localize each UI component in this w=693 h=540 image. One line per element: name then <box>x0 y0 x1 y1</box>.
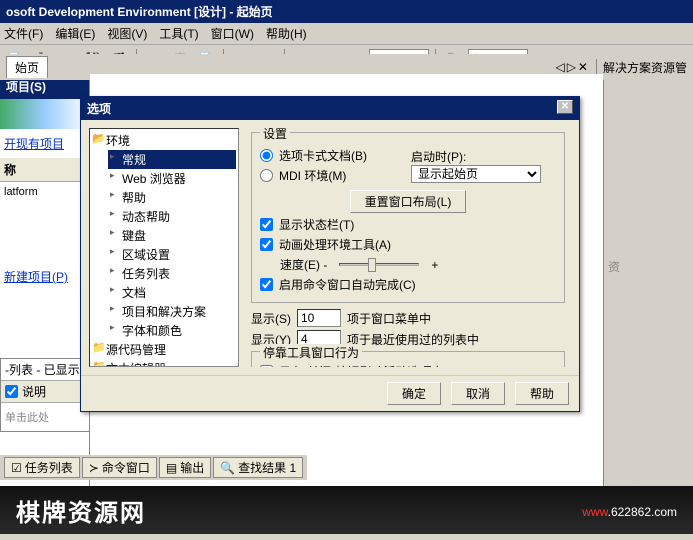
brand-name: 棋牌资源网 <box>16 493 146 528</box>
brand-url: www.622862.com <box>582 500 677 521</box>
menu-view[interactable]: 视图(V) <box>107 25 147 42</box>
chk-autocomplete[interactable] <box>260 278 273 291</box>
dock-group: 停靠工具窗口行为 只有"关闭"按钮影响活动选项卡(C) 只有"自动隐藏"按钮影响… <box>251 351 565 367</box>
description-checkbox[interactable] <box>5 385 18 398</box>
show-s-label: 显示(S) <box>251 310 291 327</box>
start-page-panel: 项目(S) 开现有项目 称 latform 新建项目(P) <box>0 74 90 504</box>
description-panel: -列表 - 已显示 说明 单击此处 <box>0 358 90 432</box>
tab-cmdwin[interactable]: ≻命令窗口 <box>82 457 157 478</box>
settings-group: 设置 选项卡式文档(B) MDI 环境(M) 启动时(P): 显示起始页 重置窗… <box>251 132 565 303</box>
settings-legend: 设置 <box>260 128 290 142</box>
tree-tasklist[interactable]: 任务列表 <box>108 264 236 283</box>
right-panel: 资 <box>603 74 693 504</box>
reset-layout-button[interactable]: 重置窗口布局(L) <box>350 190 467 213</box>
show-y-suffix: 项于最近使用过的列表中 <box>347 331 479 348</box>
chk-statusbar-label: 显示状态栏(T) <box>279 216 354 233</box>
tree-region[interactable]: 区域设置 <box>108 245 236 264</box>
chk-statusbar[interactable] <box>260 218 273 231</box>
close-icon[interactable]: ✕ <box>557 100 573 114</box>
dock-legend: 停靠工具窗口行为 <box>260 344 362 361</box>
radio-tabbed-label: 选项卡式文档(B) <box>279 147 367 164</box>
speed-label: 速度(E) - <box>280 256 327 273</box>
tab-prev-icon[interactable]: ◁ <box>555 60 564 74</box>
dialog-titlebar: 选项 ✕ <box>81 97 579 120</box>
cmdwin-icon: ≻ <box>89 461 99 475</box>
startup-label: 启动时(P): <box>411 148 556 165</box>
tree-environment[interactable]: 环境 <box>92 131 236 150</box>
tree-general[interactable]: 常规 <box>108 150 236 169</box>
chk-dock-close-label: 只有"关闭"按钮影响活动选项卡(C) <box>279 363 460 367</box>
watermark-footer: 棋牌资源网 www.622862.com <box>0 486 693 534</box>
new-project-link[interactable]: 新建项目(P) <box>0 262 89 291</box>
tree-srcctl[interactable]: 源代码管理 <box>92 340 236 359</box>
banner-graphic <box>0 99 89 129</box>
menu-tools[interactable]: 工具(T) <box>159 25 198 42</box>
tree-fontcolor[interactable]: 字体和颜色 <box>108 321 236 340</box>
placeholder-text: 资 <box>608 258 689 275</box>
tab-start-page[interactable]: 始页 <box>6 56 48 78</box>
tab-next-icon[interactable]: ▷ <box>567 60 576 74</box>
tab-tasklist[interactable]: ☑任务列表 <box>4 457 80 478</box>
chk-anim-label: 动画处理环境工具(A) <box>279 236 391 253</box>
help-button[interactable]: 帮助 <box>515 382 569 405</box>
bottom-tabs: ☑任务列表 ≻命令窗口 ▤输出 🔍查找结果 1 <box>0 455 307 480</box>
show-s-input[interactable] <box>297 309 341 327</box>
settings-pane: 设置 选项卡式文档(B) MDI 环境(M) 启动时(P): 显示起始页 重置窗… <box>245 128 571 367</box>
solution-explorer-title: 解决方案资源管 <box>596 59 687 76</box>
tree-help[interactable]: 帮助 <box>108 188 236 207</box>
speed-plus: + <box>431 258 438 272</box>
chk-anim[interactable] <box>260 238 273 251</box>
options-dialog: 选项 ✕ 环境 常规 Web 浏览器 帮助 动态帮助 键盘 区域设置 任务列表 … <box>80 96 580 412</box>
find-icon: 🔍 <box>220 461 235 475</box>
tree-projsol[interactable]: 项目和解决方案 <box>108 302 236 321</box>
open-project-link[interactable]: 开现有项目 <box>0 129 89 158</box>
cancel-button[interactable]: 取消 <box>451 382 505 405</box>
tree-docs[interactable]: 文档 <box>108 283 236 302</box>
radio-mdi[interactable] <box>260 169 273 182</box>
menu-window[interactable]: 窗口(W) <box>211 25 254 42</box>
tree-texteditor[interactable]: 文本编辑器 <box>92 359 236 367</box>
name-header: 称 <box>0 158 89 182</box>
startup-select[interactable]: 显示起始页 <box>411 165 541 183</box>
list-label: -列表 - 已显示 <box>1 359 89 381</box>
tree-web[interactable]: Web 浏览器 <box>108 169 236 188</box>
radio-mdi-label: MDI 环境(M) <box>279 167 346 184</box>
options-tree[interactable]: 环境 常规 Web 浏览器 帮助 动态帮助 键盘 区域设置 任务列表 文档 项目… <box>89 128 239 367</box>
tasklist-icon: ☑ <box>11 461 22 475</box>
tab-output[interactable]: ▤输出 <box>159 457 211 478</box>
chk-dock-close[interactable] <box>260 365 273 367</box>
dialog-title: 选项 <box>87 100 111 117</box>
radio-tabbed[interactable] <box>260 149 273 162</box>
app-titlebar: osoft Development Environment [设计] - 起始页 <box>0 0 693 23</box>
menu-file[interactable]: 文件(F) <box>4 25 43 42</box>
tab-close-icon[interactable]: ✕ <box>578 60 588 74</box>
description-body: 单击此处 <box>1 403 89 431</box>
recent-project-row[interactable]: latform <box>0 182 89 202</box>
description-header: 说明 <box>1 381 89 403</box>
ok-button[interactable]: 确定 <box>387 382 441 405</box>
output-icon: ▤ <box>166 461 177 475</box>
description-label: 说明 <box>22 383 46 400</box>
menu-bar: 文件(F) 编辑(E) 视图(V) 工具(T) 窗口(W) 帮助(H) <box>0 23 693 45</box>
tree-keyboard[interactable]: 键盘 <box>108 226 236 245</box>
speed-slider[interactable] <box>339 263 419 266</box>
menu-help[interactable]: 帮助(H) <box>266 25 307 42</box>
menu-edit[interactable]: 编辑(E) <box>55 25 95 42</box>
dialog-footer: 确定 取消 帮助 <box>81 375 579 411</box>
chk-autocomplete-label: 启用命令窗口自动完成(C) <box>279 276 416 293</box>
tab-findres[interactable]: 🔍查找结果 1 <box>213 457 303 478</box>
show-s-suffix: 项于窗口菜单中 <box>347 310 431 327</box>
tree-dynhelp[interactable]: 动态帮助 <box>108 207 236 226</box>
